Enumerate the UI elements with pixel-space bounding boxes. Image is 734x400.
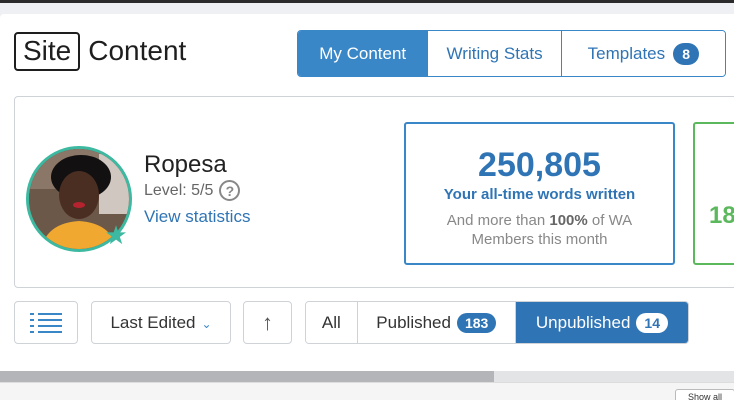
sort-direction-button[interactable]: ↑: [243, 301, 292, 344]
help-icon[interactable]: ?: [219, 180, 241, 201]
filter-all[interactable]: All: [306, 302, 358, 343]
tab-label: Writing Stats: [446, 43, 543, 63]
filter-label: Unpublished: [535, 312, 631, 332]
published-count-badge: 183: [456, 312, 497, 333]
chevron-down-icon: ⌄: [201, 317, 212, 331]
words-written-caption: Your all-time words written: [443, 186, 636, 203]
view-statistics-link[interactable]: View statistics: [144, 207, 250, 227]
tab-label: Templates: [587, 43, 666, 63]
filter-label: All: [321, 312, 341, 332]
words-comparison-text: And more than 100% of WA Members this mo…: [406, 211, 673, 249]
words-written-number: 250,805: [478, 146, 601, 184]
sort-dropdown[interactable]: Last Edited ⌄: [91, 301, 231, 344]
filter-published[interactable]: Published 183: [357, 302, 516, 343]
logo-text: Content: [88, 35, 187, 66]
sort-label: Last Edited: [110, 312, 196, 332]
horizontal-scrollbar-thumb[interactable]: [0, 371, 494, 382]
comparison-prefix: And more than: [446, 212, 550, 229]
second-stat-number: 18: [709, 202, 734, 229]
user-name: Ropesa: [144, 151, 227, 178]
tab-my-content[interactable]: My Content: [298, 31, 429, 76]
user-level: Level: 5/5 ?: [144, 180, 241, 201]
tab-writing-stats[interactable]: Writing Stats: [428, 31, 562, 76]
list-view-button[interactable]: [14, 301, 78, 344]
list-icon: [30, 312, 62, 333]
content-tabs: My Content Writing Stats Templates 8: [297, 30, 726, 77]
templates-count-badge: 8: [673, 42, 700, 65]
filter-unpublished[interactable]: Unpublished 14: [515, 302, 688, 343]
comparison-percent: 100%: [549, 212, 588, 229]
site-content-logo: Site Content: [14, 31, 186, 71]
footer-bar: [0, 382, 734, 400]
user-level-text: Level: 5/5: [144, 181, 214, 199]
show-all-button[interactable]: Show all: [675, 389, 734, 400]
unpublished-count-badge: 14: [636, 312, 668, 333]
second-stat-card: 18: [693, 122, 734, 265]
star-badge-icon: ★: [104, 220, 128, 250]
status-filter: All Published 183 Unpublished 14: [305, 301, 689, 344]
tab-templates[interactable]: Templates 8: [561, 31, 725, 76]
words-written-card: 250,805 Your all-time words written And …: [404, 122, 675, 265]
tab-label: My Content: [319, 43, 407, 63]
logo-boxed-text: Site: [14, 31, 81, 71]
arrow-up-icon: ↑: [262, 309, 273, 335]
filter-label: Published: [376, 312, 451, 332]
